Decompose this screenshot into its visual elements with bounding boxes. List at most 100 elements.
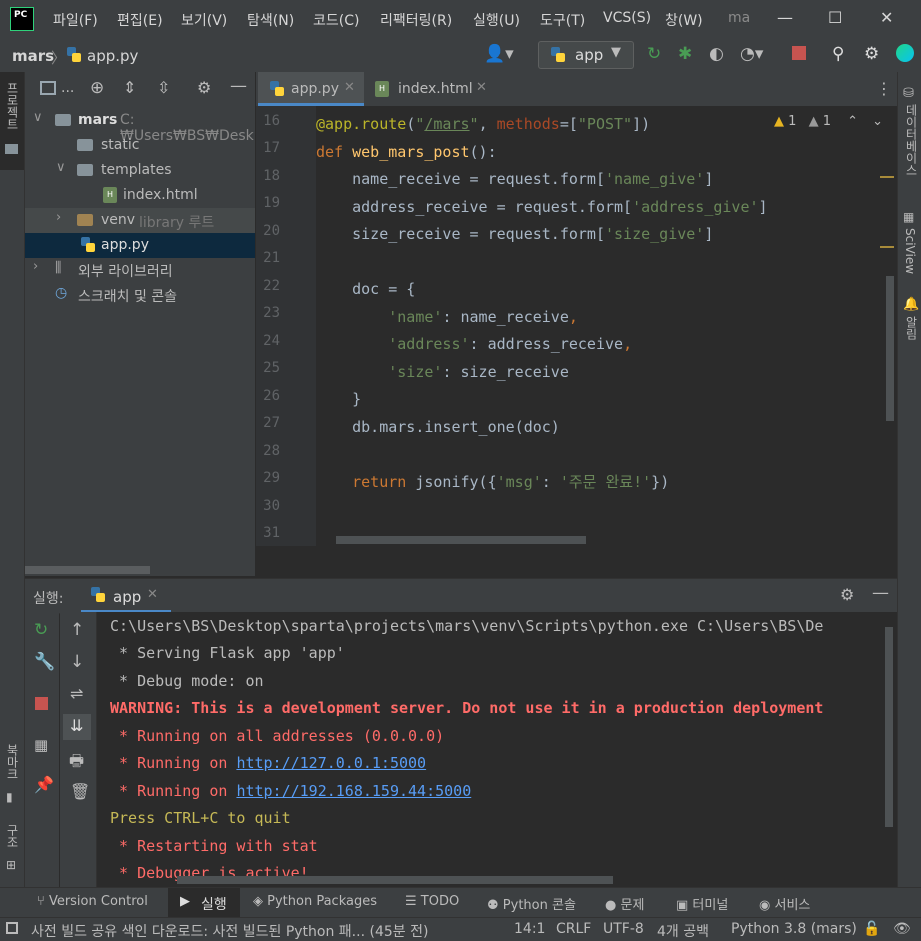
search-icon[interactable]: ⚲: [832, 44, 844, 64]
error-stripe-mark[interactable]: [880, 176, 894, 178]
breadcrumb-file[interactable]: app.py: [87, 47, 138, 65]
tool-tab-terminal[interactable]: ▣ 터미널: [676, 894, 728, 913]
project-view-icon[interactable]: [40, 81, 56, 95]
menu-window[interactable]: 창(W): [665, 10, 703, 30]
run-settings-gear-icon[interactable]: ⚙: [840, 585, 854, 604]
rerun-icon[interactable]: ↻: [647, 44, 661, 64]
structure-tool-tab[interactable]: 구조 ⊞: [0, 820, 24, 880]
menu-navigate[interactable]: 탐색(N): [247, 10, 294, 30]
tool-tab-run[interactable]: ▶ 실행: [168, 888, 240, 918]
console-link[interactable]: http://192.168.159.44:5000: [236, 782, 471, 800]
maximize-icon[interactable]: ☐: [828, 8, 842, 27]
indent-setting[interactable]: 4개 공백: [657, 921, 709, 941]
breadcrumb-project[interactable]: mars: [12, 47, 54, 65]
user-icon[interactable]: 👤▾: [484, 44, 514, 64]
settings-gear-icon[interactable]: ⚙: [864, 44, 879, 64]
database-tool-tab[interactable]: 데이터베이스: [903, 104, 920, 176]
bookmarks-tool-tab[interactable]: 북마크 ▮: [0, 740, 24, 810]
console-link[interactable]: http://127.0.0.1:5000: [236, 754, 426, 772]
stop-icon[interactable]: [35, 697, 48, 710]
sciview-tool-tab[interactable]: SciView: [903, 228, 917, 274]
more-options-icon[interactable]: ⋮: [876, 79, 892, 98]
rerun-icon[interactable]: ↻: [34, 620, 48, 640]
chevron-right-icon[interactable]: ›: [56, 210, 61, 225]
locate-file-icon[interactable]: ⊕: [90, 78, 104, 98]
vertical-scrollbar[interactable]: [885, 627, 893, 827]
close-icon[interactable]: ✕: [880, 8, 893, 27]
scroll-down-icon[interactable]: ↓: [70, 652, 84, 672]
caret-position[interactable]: 14:1: [514, 921, 545, 937]
wrench-icon[interactable]: 🔧: [34, 652, 55, 672]
tree-item-static[interactable]: static: [25, 133, 255, 158]
scroll-up-icon[interactable]: ↑: [70, 620, 84, 640]
tool-tab-problems[interactable]: ● 문제: [605, 894, 644, 913]
inspection-widget[interactable]: ▲ 1 ▲ 1 ⌃ ⌄: [774, 114, 883, 129]
menu-edit[interactable]: 편집(E): [117, 10, 163, 30]
close-tab-icon[interactable]: ✕: [476, 80, 487, 95]
tool-tab-python-console[interactable]: ⚉ Python 콘솔: [487, 894, 576, 913]
line-separator[interactable]: CRLF: [556, 921, 591, 937]
run-tab-app[interactable]: app ✕: [81, 579, 171, 613]
tab-index-html[interactable]: H index.html ✕: [366, 72, 496, 106]
lock-icon[interactable]: 🔓: [863, 921, 880, 937]
trash-icon[interactable]: 🗑: [70, 782, 90, 801]
tab-app-py[interactable]: app.py ✕: [258, 72, 364, 106]
scroll-to-end-toggle[interactable]: ⇊: [63, 714, 91, 740]
expand-all-icon[interactable]: ⇕: [123, 78, 136, 97]
coverage-icon[interactable]: ◐: [709, 44, 724, 64]
close-tab-icon[interactable]: ✕: [147, 587, 158, 602]
project-tool-tab[interactable]: 프로젝트: [0, 72, 24, 170]
tree-item-app-py[interactable]: app.py: [25, 233, 255, 258]
tree-item-index-html[interactable]: H index.html: [25, 183, 255, 208]
collapse-all-icon[interactable]: ⇳: [157, 78, 170, 97]
error-stripe-mark[interactable]: [880, 246, 894, 248]
minimize-icon[interactable]: —: [777, 8, 793, 27]
menu-refactor[interactable]: 리팩터링(R): [380, 10, 452, 30]
pin-icon[interactable]: 📌: [34, 775, 54, 794]
inspector-icon[interactable]: 👁: [893, 921, 911, 937]
menu-tools[interactable]: 도구(T): [540, 10, 585, 30]
project-panel-title[interactable]: ...: [61, 80, 74, 96]
horizontal-scrollbar[interactable]: [25, 566, 150, 574]
tool-tab-todo[interactable]: ☰ TODO: [405, 894, 459, 909]
close-tab-icon[interactable]: ✕: [344, 80, 355, 95]
chevron-right-icon[interactable]: ›: [33, 259, 38, 274]
menu-run[interactable]: 실행(U): [473, 10, 520, 30]
jetbrains-toolbox-icon[interactable]: [896, 44, 914, 62]
debug-icon[interactable]: ✱: [678, 44, 692, 64]
tool-tab-services[interactable]: ◉ 서비스: [759, 894, 810, 913]
hide-panel-icon[interactable]: —: [872, 583, 889, 603]
layout-icon[interactable]: ▦: [34, 736, 48, 754]
vertical-scrollbar[interactable]: [886, 276, 894, 421]
previous-highlight-icon[interactable]: ⌃: [847, 114, 858, 129]
tree-item-external-libraries[interactable]: › ⫼ 외부 라이브러리: [25, 257, 255, 282]
tool-tab-python-packages[interactable]: ◈ Python Packages: [253, 894, 377, 909]
tool-tab-version-control[interactable]: ⑂ Version Control: [37, 894, 148, 909]
next-highlight-icon[interactable]: ⌄: [872, 114, 883, 129]
menu-code[interactable]: 코드(C): [313, 10, 359, 30]
stop-icon[interactable]: [792, 46, 806, 60]
tree-item-templates[interactable]: ∨ templates: [25, 158, 255, 183]
profile-icon[interactable]: ◔▾: [740, 44, 763, 64]
tree-item-mars[interactable]: ∨ mars C:₩Users₩BS₩Desk: [25, 108, 255, 144]
panel-settings-gear-icon[interactable]: ⚙: [197, 78, 211, 97]
tree-item-venv[interactable]: › venv library 루트: [25, 208, 255, 233]
horizontal-scrollbar[interactable]: [177, 876, 613, 884]
soft-wrap-icon[interactable]: ⇌: [70, 684, 83, 703]
menu-file[interactable]: 파일(F): [53, 10, 98, 30]
run-console[interactable]: C:\Users\BS\Desktop\sparta\projects\mars…: [97, 612, 897, 887]
code-editor[interactable]: @app.route("/mars", methods=["POST"]) de…: [316, 106, 897, 546]
print-icon[interactable]: 🖶: [69, 750, 84, 777]
run-config-selector[interactable]: app ▼: [538, 41, 634, 69]
hide-panel-icon[interactable]: —: [230, 76, 247, 96]
notifications-tool-tab[interactable]: 알림: [903, 316, 920, 340]
status-message[interactable]: 사전 빌드 공유 색인 다운로드: 사전 빌드된 Python 패... (45…: [31, 921, 428, 941]
python-interpreter[interactable]: Python 3.8 (mars): [731, 921, 857, 937]
menu-vcs[interactable]: VCS(S): [603, 10, 651, 26]
chevron-down-icon[interactable]: ∨: [56, 160, 66, 175]
file-encoding[interactable]: UTF-8: [603, 921, 644, 937]
chevron-down-icon[interactable]: ∨: [33, 110, 43, 125]
tree-item-scratches[interactable]: ◷ 스크래치 및 콘솔: [25, 282, 255, 307]
menu-view[interactable]: 보기(V): [181, 10, 227, 30]
status-toggle-icon[interactable]: [6, 922, 18, 934]
